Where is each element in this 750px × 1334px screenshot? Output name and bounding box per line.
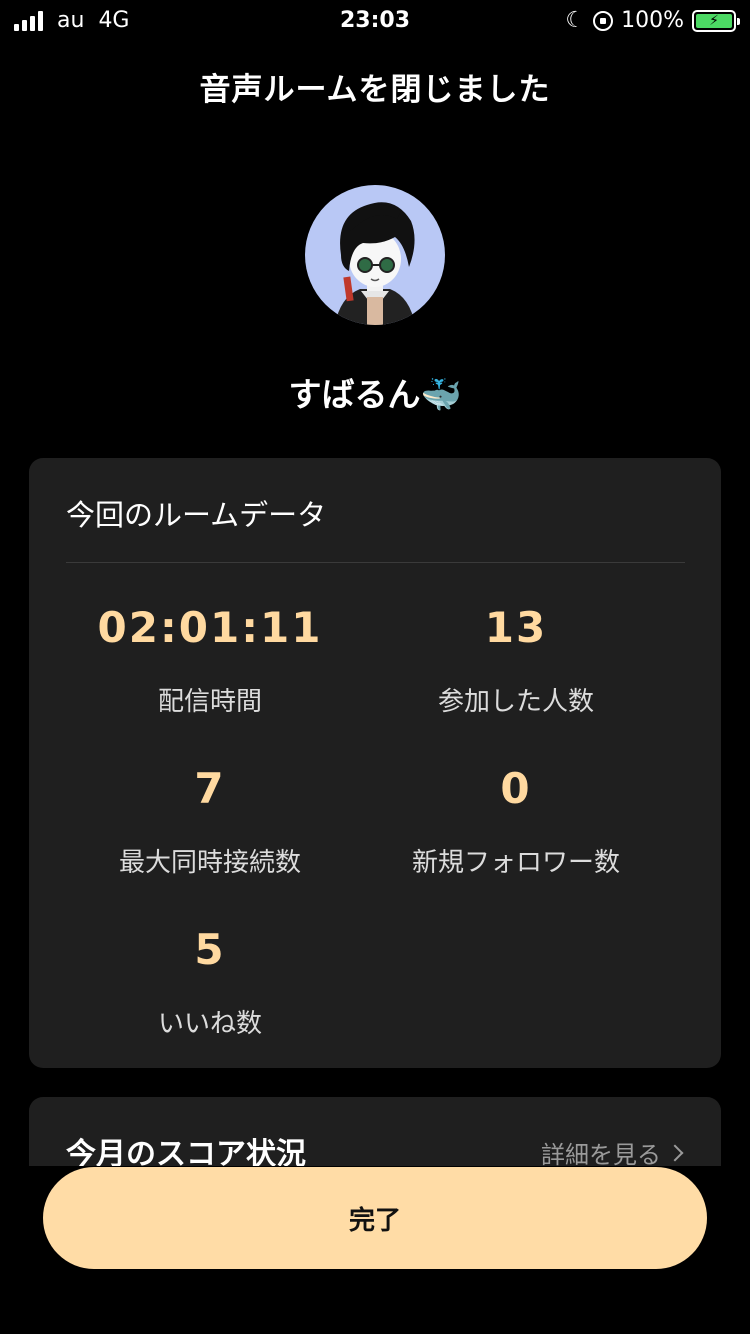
- stat-label: いいね数: [157, 1009, 262, 1039]
- stat-value: 0: [500, 764, 532, 813]
- username: すばるん🐳: [288, 375, 462, 414]
- chevron-right-icon: [666, 1144, 684, 1161]
- avatar-illustration: [335, 202, 415, 325]
- avatar: [305, 185, 445, 325]
- score-detail-label: 詳細を見る: [541, 1141, 661, 1169]
- stat-value: 7: [194, 764, 226, 813]
- battery-charging-icon: ⚡: [696, 13, 732, 29]
- page-title: 音声ルームを閉じました: [199, 72, 551, 108]
- score-detail-link[interactable]: 詳細を見る: [541, 1135, 684, 1170]
- stat-label: 参加した人数: [437, 687, 594, 717]
- card-divider: [66, 562, 685, 563]
- stat-max-concurrent: 7 最大同時接続数: [55, 764, 365, 879]
- stat-broadcast-time: 02:01:11 配信時間: [55, 603, 365, 718]
- battery-percent: 100%: [621, 8, 684, 33]
- stat-new-followers: 0 新規フォロワー数: [361, 764, 671, 879]
- stat-likes: 5 いいね数: [55, 925, 365, 1040]
- room-data-card: 今回のルームデータ 02:01:11 配信時間 13 参加した人数 7 最大同時…: [29, 458, 721, 1068]
- stat-label: 新規フォロワー数: [411, 848, 620, 878]
- stat-value: 02:01:11: [97, 603, 323, 652]
- room-data-title: 今回のルームデータ: [66, 498, 327, 532]
- stat-label: 配信時間: [157, 687, 262, 717]
- status-bar: au 4G 23:03 ☾ 100% ⚡: [0, 0, 750, 40]
- done-button[interactable]: 完了: [43, 1167, 707, 1269]
- battery-icon: ⚡: [692, 9, 740, 32]
- stat-participants: 13 参加した人数: [361, 603, 671, 718]
- moon-icon: ☾: [565, 8, 586, 33]
- stat-value: 13: [484, 603, 548, 652]
- stat-value: 5: [194, 925, 226, 974]
- rotation-lock-icon: [593, 10, 614, 31]
- stat-label: 最大同時接続数: [118, 848, 301, 878]
- status-right: ☾ 100% ⚡: [565, 8, 740, 33]
